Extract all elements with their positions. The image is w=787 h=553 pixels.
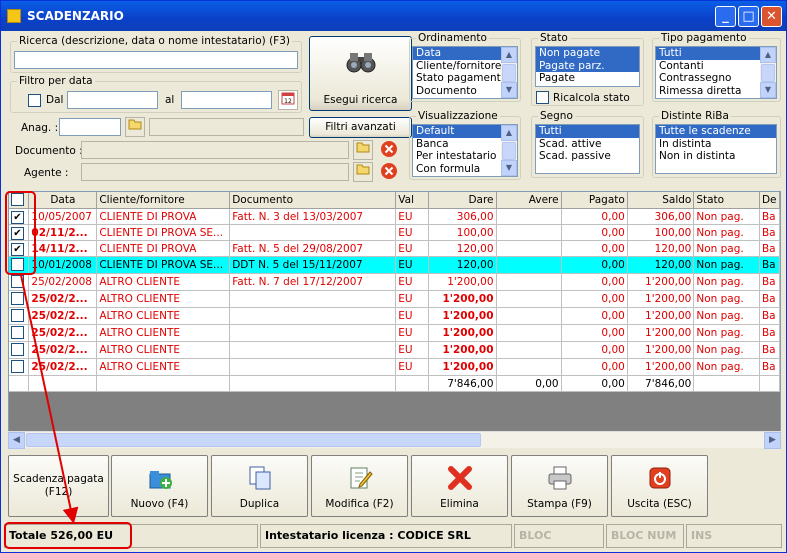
scadenzario-window: SCADENZARIO _ □ ✕ Ricerca (descrizione, … bbox=[0, 0, 787, 553]
annotation-arrow bbox=[20, 274, 79, 524]
